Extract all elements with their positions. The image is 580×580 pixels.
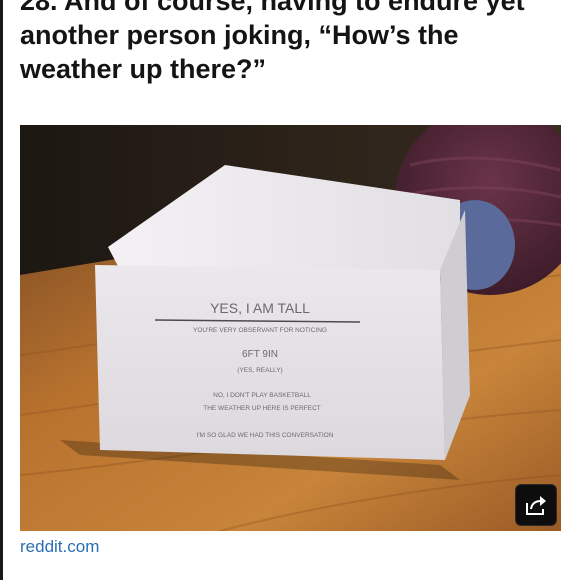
- article-photo[interactable]: YES, I AM TALL YOU'RE VERY OBSERVANT FOR…: [20, 125, 561, 531]
- card-basketball: NO, I DON'T PLAY BASKETBALL: [213, 392, 311, 399]
- share-button[interactable]: [515, 484, 557, 526]
- heading-line-2: another person joking, “How’s the: [20, 20, 459, 50]
- card-height: 6FT 9IN: [242, 349, 278, 360]
- card-glad: I'M SO GLAD WE HAD THIS CONVERSATION: [197, 432, 334, 439]
- share-arrow-icon: [526, 496, 546, 515]
- card-title: YES, I AM TALL: [210, 300, 310, 316]
- heading-line-3: weather up there?”: [20, 54, 267, 84]
- article-heading: 28. And of course, having to endure yet …: [20, 0, 575, 86]
- heading-line-1: 28. And of course, having to endure yet: [20, 0, 525, 16]
- photo-scene: YES, I AM TALL YOU'RE VERY OBSERVANT FOR…: [20, 125, 561, 531]
- source-link[interactable]: reddit.com: [20, 537, 99, 557]
- card-weather: THE WEATHER UP HERE IS PERFECT: [203, 405, 321, 412]
- card-line-observant: YOU'RE VERY OBSERVANT FOR NOTICING: [193, 327, 327, 334]
- card-really: (YES, REALLY): [237, 367, 282, 374]
- left-border: [0, 0, 3, 580]
